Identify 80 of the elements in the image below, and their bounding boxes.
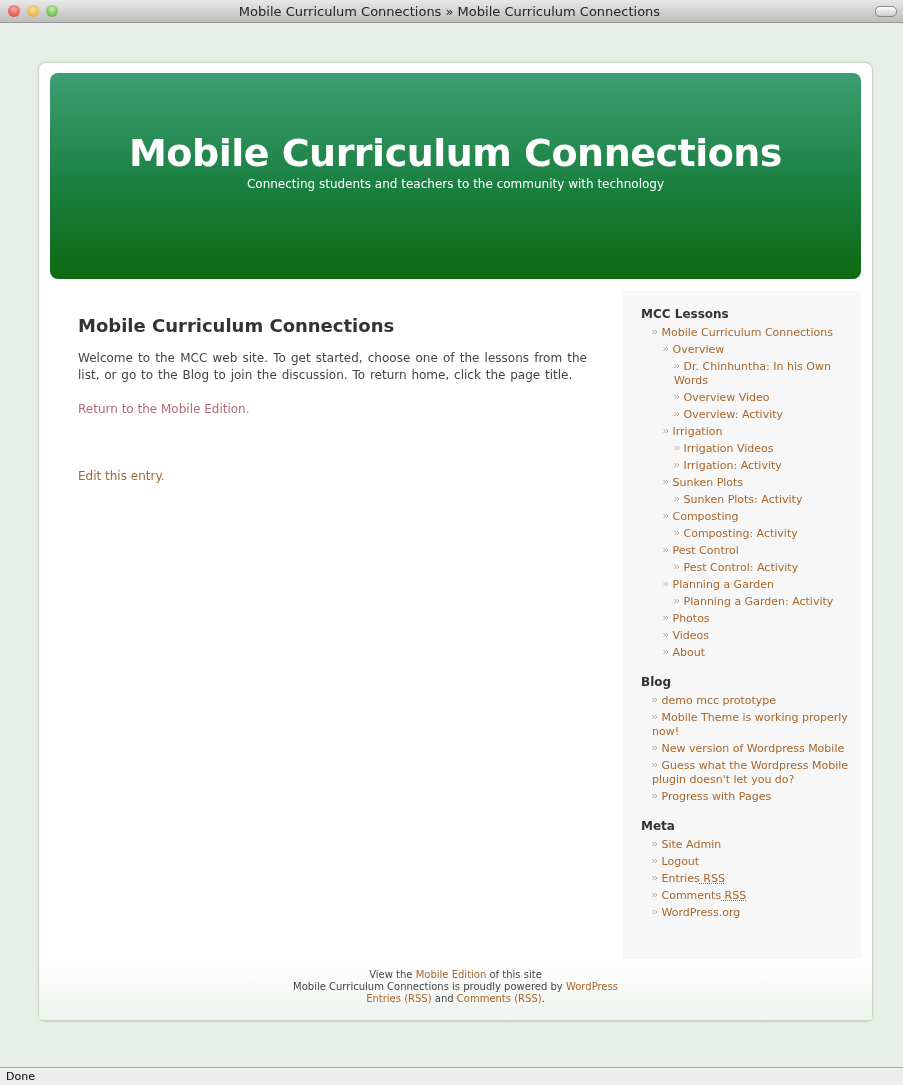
toolbar-toggle-button[interactable] (875, 5, 897, 17)
bullet-icon (652, 892, 658, 898)
sidebar-link[interactable]: Progress with Pages (652, 790, 851, 807)
bullet-icon (663, 479, 669, 485)
sidebar-link[interactable]: Pest Control (663, 544, 851, 561)
sidebar-link[interactable]: Planning a Garden: Activity (674, 595, 851, 612)
sidebar-link[interactable]: New version of Wordpress Mobile (652, 742, 851, 759)
sidebar-link[interactable]: Guess what the Wordpress Mobile plugin doesn't let you do? (652, 759, 851, 790)
bullet-icon (663, 615, 669, 621)
text-link[interactable]: Edit this entry. (78, 469, 165, 483)
sidebar-link[interactable]: Videos (663, 629, 851, 646)
post-title: Mobile Curriculum Connections (78, 315, 396, 336)
bullet-icon (652, 793, 658, 799)
sidebar-link[interactable]: Sunken Plots: Activity (674, 493, 851, 510)
bullet-icon (652, 841, 658, 847)
sidebar-heading: MCC Lessons (641, 307, 730, 321)
bullet-icon (674, 411, 680, 417)
minimize-button[interactable] (27, 5, 39, 17)
bullet-icon (663, 649, 669, 655)
bullet-icon (663, 428, 669, 434)
bullet-icon (652, 697, 658, 703)
bullet-icon (674, 530, 680, 536)
status-text: Done (6, 1070, 35, 1083)
sidebar-link[interactable]: Mobile Theme is working properly now! (652, 711, 851, 742)
bullet-icon (663, 581, 669, 587)
footer-link[interactable]: Comments (RSS) (456, 993, 542, 1004)
bullet-icon (652, 858, 658, 864)
bullet-icon (652, 329, 658, 335)
bullet-icon (674, 564, 680, 570)
sidebar-link[interactable]: Overview (663, 343, 851, 360)
sidebar-link[interactable]: Pest Control: Activity (674, 561, 851, 578)
bullet-icon (652, 909, 658, 915)
footer-link[interactable]: WordPress (565, 981, 618, 992)
sidebar-link[interactable]: Sunken Plots (663, 476, 851, 493)
bullet-icon (663, 513, 669, 519)
bullet-icon (663, 346, 669, 352)
footer-link[interactable]: Mobile Edition (415, 969, 487, 980)
bullet-icon (674, 598, 680, 604)
bullet-icon (652, 714, 658, 720)
sidebar-heading: Blog (641, 675, 673, 689)
sidebar-link[interactable]: Irrigation Videos (674, 442, 851, 459)
bullet-icon (674, 394, 680, 400)
bullet-icon (652, 745, 658, 751)
footer-text: Mobile Curriculum Connections is proudly powered by WordPress (293, 981, 618, 992)
bullet-icon (652, 875, 658, 881)
bullet-icon (663, 632, 669, 638)
footer-text: Entries (RSS) and Comments (RSS). (366, 993, 545, 1004)
sidebar-link[interactable]: Composting (663, 510, 851, 527)
bullet-icon (663, 547, 669, 553)
sidebar-link[interactable]: About (663, 646, 851, 663)
site-tagline: Connecting students and teachers to the community with technology (246, 176, 665, 191)
sidebar-link[interactable]: Composting: Activity (674, 527, 851, 544)
sidebar-link[interactable]: demo mcc prototype (652, 694, 851, 711)
sidebar-heading: Meta (641, 819, 676, 833)
sidebar-link[interactable]: Comments RSS (652, 889, 851, 906)
sidebar-link[interactable]: Overview: Activity (674, 408, 851, 425)
sidebar-link[interactable]: Entries RSS (652, 872, 851, 889)
sidebar-link[interactable]: Dr. Chinhuntha: In his Own Words (674, 360, 851, 391)
post-text: Welcome to the MCC web site. To get started, choose one of the lessons from the list, or go to the Blog to join the discussion. To return home, click the page title. (78, 350, 587, 384)
bullet-icon (674, 363, 680, 369)
sidebar-link[interactable]: Mobile Curriculum Connections (652, 326, 851, 343)
window-title: Mobile Curriculum Connections » Mobile Curriculum Connections (237, 3, 662, 19)
sidebar-link[interactable]: Overview Video (674, 391, 851, 408)
bullet-icon (674, 445, 680, 451)
sidebar-link[interactable]: Irrigation (663, 425, 851, 442)
text-link[interactable]: Return to the Mobile Edition. (78, 402, 250, 416)
sidebar-link[interactable]: Planning a Garden (663, 578, 851, 595)
sidebar-link[interactable]: Photos (663, 612, 851, 629)
close-button[interactable] (8, 5, 20, 17)
bullet-icon (674, 496, 680, 502)
site-title[interactable]: Mobile Curriculum Connections (129, 133, 782, 175)
sidebar-link[interactable]: Site Admin (652, 838, 851, 855)
sidebar-link[interactable]: WordPress.org (652, 906, 851, 923)
footer-text: View the Mobile Edition of this site (369, 969, 542, 980)
sidebar-link[interactable]: Logout (652, 855, 851, 872)
sidebar-link[interactable]: Irrigation: Activity (674, 459, 851, 476)
bullet-icon (652, 762, 658, 768)
footer-link[interactable]: Entries (RSS) (366, 993, 432, 1004)
bullet-icon (674, 462, 680, 468)
zoom-button[interactable] (46, 5, 58, 17)
